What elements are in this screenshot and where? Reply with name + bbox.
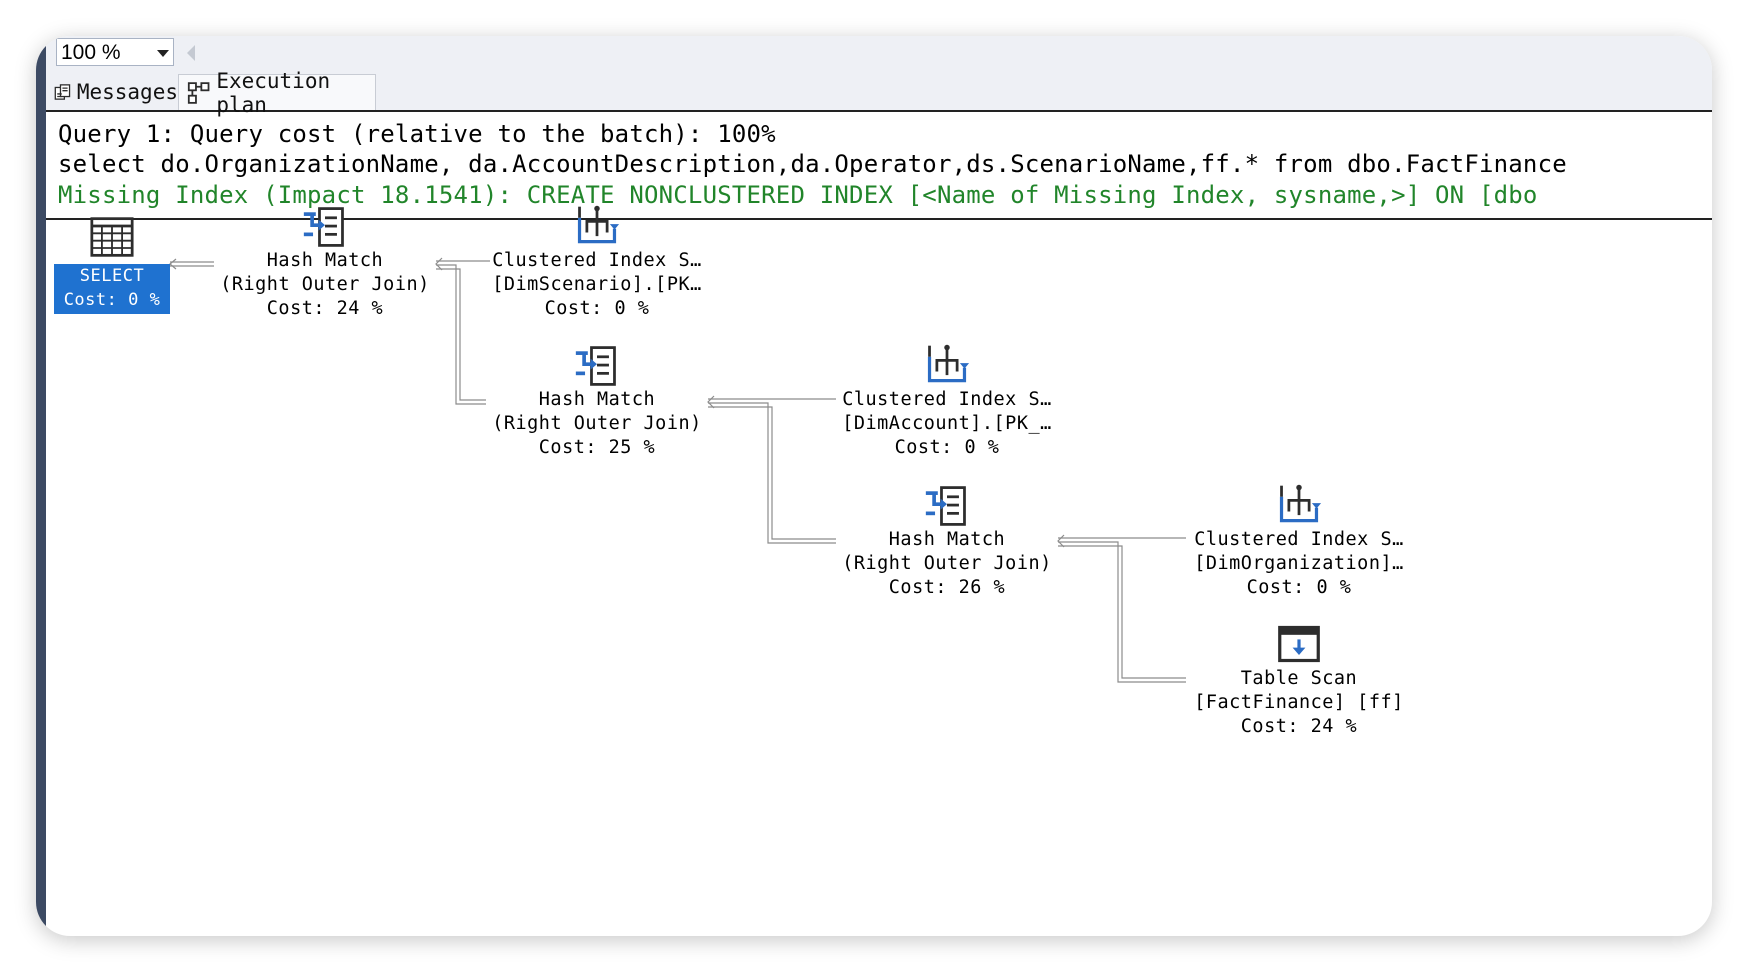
plan-node-clustered-index-scan-3[interactable]: Clustered Index S… [DimOrganization]… Co… xyxy=(1188,483,1410,601)
hash-match-icon xyxy=(574,345,620,387)
hash-match-icon xyxy=(924,485,970,527)
plan-node-clustered-index-scan-2[interactable]: Clustered Index S… [DimAccount].[PK_… Co… xyxy=(840,343,1054,461)
connector-select-hash1 xyxy=(169,258,214,270)
clustered-index-scan-icon xyxy=(574,204,620,248)
hash-match-icon xyxy=(302,206,348,248)
table-scan-object: [FactFinance] [ff] xyxy=(1194,692,1404,713)
select-label: SELECT xyxy=(79,266,145,286)
cis-3-cost: Cost: 0 % xyxy=(1246,577,1352,598)
cis-1-object: [DimScenario].[PK… xyxy=(492,274,702,295)
results-window: 100 % Messages Execution plan Query 1: Q… xyxy=(36,36,1712,936)
clustered-index-scan-icon xyxy=(1276,483,1322,527)
plan-node-table-scan[interactable]: Table Scan [FactFinance] [ff] Cost: 24 % xyxy=(1188,622,1410,740)
connector-hash3-children xyxy=(1057,534,1186,683)
hash-match-2-cost: Cost: 25 % xyxy=(538,437,656,458)
connector-hash1-children xyxy=(435,257,490,405)
table-scan-cost: Cost: 24 % xyxy=(1240,716,1358,737)
plan-node-hash-match-1[interactable]: Hash Match (Right Outer Join) Cost: 24 % xyxy=(214,204,436,322)
cis-2-object: [DimAccount].[PK_… xyxy=(842,413,1052,434)
result-grid-icon xyxy=(90,216,134,258)
plan-node-hash-match-2[interactable]: Hash Match (Right Outer Join) Cost: 25 % xyxy=(486,343,708,461)
hash-match-1-type: (Right Outer Join) xyxy=(220,274,430,295)
plan-node-clustered-index-scan-1[interactable]: Clustered Index S… [DimScenario].[PK… Co… xyxy=(490,204,704,322)
clustered-index-scan-icon xyxy=(924,343,970,387)
hash-match-1-cost: Cost: 24 % xyxy=(266,298,384,319)
table-scan-name: Table Scan xyxy=(1240,668,1358,689)
select-cost: Cost: 0 % xyxy=(63,290,161,310)
plan-node-hash-match-3[interactable]: Hash Match (Right Outer Join) Cost: 26 % xyxy=(836,483,1058,601)
cis-1-name: Clustered Index S… xyxy=(492,250,702,271)
hash-match-2-type: (Right Outer Join) xyxy=(492,413,702,434)
hash-match-3-cost: Cost: 26 % xyxy=(888,577,1006,598)
cis-2-name: Clustered Index S… xyxy=(842,389,1052,410)
hash-match-3-name: Hash Match xyxy=(888,529,1006,550)
hash-match-1-name: Hash Match xyxy=(266,250,384,271)
cis-2-cost: Cost: 0 % xyxy=(894,437,1000,458)
plan-node-select-label[interactable]: SELECT Cost: 0 % xyxy=(54,264,170,314)
connector-hash2-children xyxy=(707,395,836,544)
hash-match-2-name: Hash Match xyxy=(538,389,656,410)
hash-match-3-type: (Right Outer Join) xyxy=(842,553,1052,574)
cis-1-cost: Cost: 0 % xyxy=(544,298,650,319)
cis-3-object: [DimOrganization]… xyxy=(1194,553,1404,574)
cis-3-name: Clustered Index S… xyxy=(1194,529,1404,550)
table-scan-icon xyxy=(1277,624,1321,664)
